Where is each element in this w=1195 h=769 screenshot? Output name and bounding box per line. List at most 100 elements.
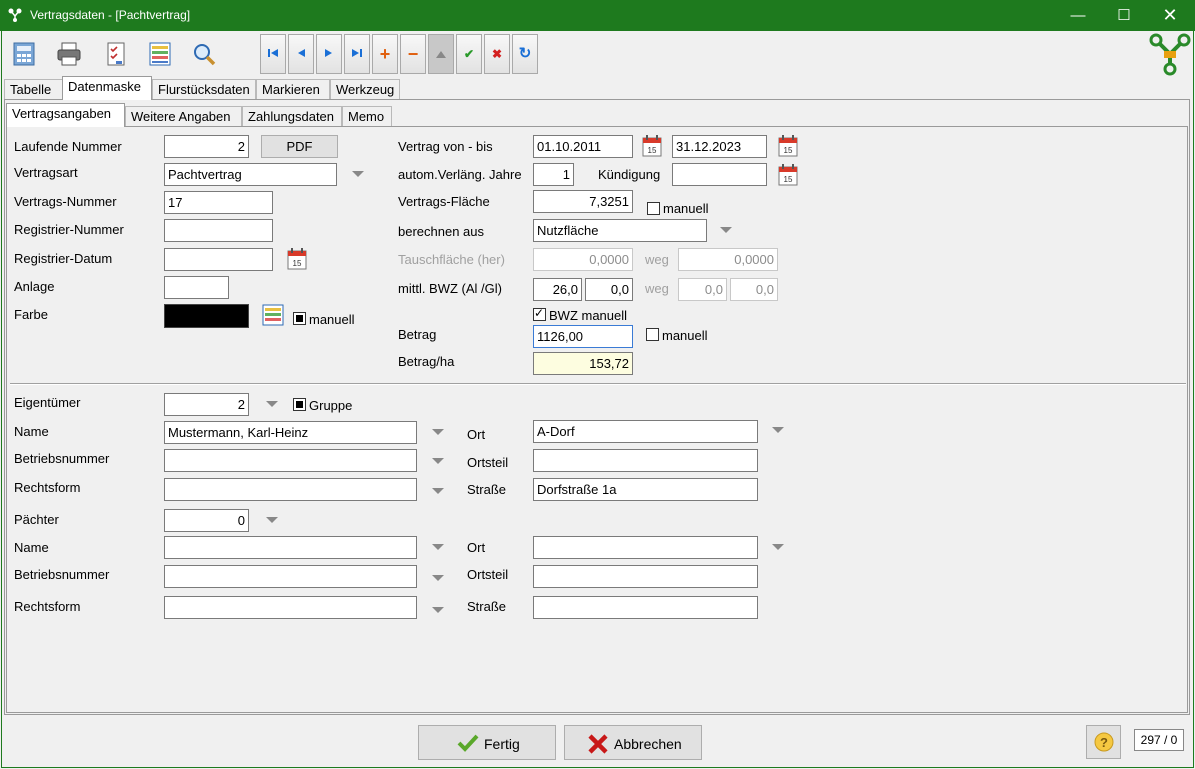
- last-record-button[interactable]: [344, 34, 370, 74]
- tab-weitere-angaben[interactable]: Weitere Angaben: [125, 106, 242, 127]
- registrier-datum-calendar-icon[interactable]: 15: [287, 248, 307, 270]
- berechnen-dropdown-icon[interactable]: [720, 227, 732, 233]
- eigentuemer-strasse-input[interactable]: Dorfstraße 1a: [533, 478, 758, 501]
- betrag-manuell-checkbox[interactable]: [646, 328, 659, 341]
- paechter-betriebsnummer-dropdown-icon[interactable]: [432, 575, 444, 581]
- paechter-select[interactable]: 0: [164, 509, 249, 532]
- vertrags-flaeche-input[interactable]: 7,3251: [533, 190, 633, 213]
- vertrag-von-calendar-icon[interactable]: 15: [642, 135, 662, 157]
- refresh-icon: ↻: [518, 45, 532, 62]
- vertragsart-dropdown-icon[interactable]: [352, 171, 364, 177]
- berechnen-aus-select[interactable]: Nutzfläche: [533, 219, 707, 242]
- previous-record-button[interactable]: [288, 34, 314, 74]
- vertrag-von-input[interactable]: 01.10.2011: [533, 135, 633, 158]
- eigentuemer-betriebsnummer-dropdown-icon[interactable]: [432, 458, 444, 464]
- vertrags-nummer-input[interactable]: 17: [164, 191, 273, 214]
- color-picker-icon[interactable]: [262, 304, 284, 326]
- next-icon: [325, 49, 332, 57]
- kuendigung-calendar-icon[interactable]: 15: [778, 164, 798, 186]
- bwz-weg-al-input[interactable]: 0,0: [678, 278, 727, 301]
- vertrag-bis-calendar-icon[interactable]: 15: [778, 135, 798, 157]
- print-icon[interactable]: [55, 36, 83, 72]
- eigentuemer-ort-dropdown-icon[interactable]: [772, 427, 784, 433]
- flaeche-manuell-checkbox[interactable]: [647, 202, 660, 215]
- tab-tabelle[interactable]: Tabelle: [4, 79, 63, 100]
- farbe-swatch[interactable]: [164, 304, 249, 328]
- paechter-ort-select[interactable]: [533, 536, 758, 559]
- tab-datenmaske[interactable]: Datenmaske: [62, 76, 152, 100]
- eigentuemer-ortsteil-input[interactable]: [533, 449, 758, 472]
- eigentuemer-rechtsform-select[interactable]: [164, 478, 417, 501]
- farbe-manuell-checkbox[interactable]: [293, 312, 306, 325]
- vertragsart-select[interactable]: Pachtvertrag: [164, 163, 337, 186]
- tab-flurstuecksdaten[interactable]: Flurstücksdaten: [152, 79, 256, 100]
- first-record-button[interactable]: [260, 34, 286, 74]
- maximize-icon[interactable]: ☐: [1101, 0, 1147, 31]
- fertig-button[interactable]: Fertig: [418, 725, 556, 760]
- bwz-gl-input[interactable]: 0,0: [585, 278, 633, 301]
- vertrag-bis-input[interactable]: 31.12.2023: [672, 135, 767, 158]
- vertrags-nummer-label: Vertrags-Nummer: [14, 194, 117, 209]
- eigentuemer-name-select[interactable]: Mustermann, Karl-Heinz: [164, 421, 417, 444]
- paechter-betriebsnummer-select[interactable]: [164, 565, 417, 588]
- calculator-icon[interactable]: [10, 36, 38, 72]
- edit-record-button[interactable]: [428, 34, 454, 74]
- laufende-nummer-input[interactable]: 2: [164, 135, 249, 158]
- paechter-name-dropdown-icon[interactable]: [432, 544, 444, 550]
- gruppe-checkbox[interactable]: [293, 398, 306, 411]
- next-record-button[interactable]: [316, 34, 342, 74]
- help-button[interactable]: ?: [1086, 725, 1121, 759]
- eigentuemer-ortsteil-label: Ortsteil: [467, 455, 509, 470]
- delete-record-button[interactable]: −: [400, 34, 426, 74]
- bwz-label: mittl. BWZ (Al /Gl): [398, 281, 502, 296]
- paechter-ortsteil-input[interactable]: [533, 565, 758, 588]
- verlaengerung-input[interactable]: 1: [533, 163, 574, 186]
- checklist-icon[interactable]: [102, 36, 130, 72]
- eigentuemer-ort-select[interactable]: A-Dorf: [533, 420, 758, 443]
- paechter-rechtsform-select[interactable]: [164, 596, 417, 619]
- tauschflaeche-her-input[interactable]: 0,0000: [533, 248, 633, 271]
- tab-vertragsangaben[interactable]: Vertragsangaben: [6, 103, 125, 127]
- bwz-weg-gl-input[interactable]: 0,0: [730, 278, 778, 301]
- calendar-day: 15: [293, 259, 302, 268]
- tab-memo[interactable]: Memo: [342, 106, 392, 127]
- list-icon[interactable]: [146, 36, 174, 72]
- tab-zahlungsdaten[interactable]: Zahlungsdaten: [242, 106, 342, 127]
- kuendigung-input[interactable]: [672, 163, 767, 186]
- eigentuemer-select[interactable]: 2: [164, 393, 249, 416]
- paechter-strasse-input[interactable]: [533, 596, 758, 619]
- tauschflaeche-weg-input[interactable]: 0,0000: [678, 248, 778, 271]
- abbrechen-button[interactable]: Abbrechen: [564, 725, 702, 760]
- paechter-rechtsform-dropdown-icon[interactable]: [432, 607, 444, 613]
- registrier-datum-label: Registrier-Datum: [14, 251, 113, 266]
- bwz-manuell-checkbox[interactable]: ✓: [533, 306, 546, 321]
- paechter-ort-dropdown-icon[interactable]: [772, 544, 784, 550]
- eigentuemer-dropdown-icon[interactable]: [266, 401, 278, 407]
- x-icon: ✖: [491, 47, 503, 61]
- add-record-button[interactable]: +: [372, 34, 398, 74]
- bwz-al-input[interactable]: 26,0: [533, 278, 582, 301]
- vertragsart-label: Vertragsart: [14, 165, 78, 180]
- berechnen-aus-label: berechnen aus: [398, 224, 485, 239]
- fertig-label: Fertig: [484, 736, 520, 752]
- minimize-icon[interactable]: —: [1055, 0, 1101, 31]
- refresh-button[interactable]: ↻: [512, 34, 538, 74]
- post-record-button[interactable]: ✔: [456, 34, 482, 74]
- close-icon[interactable]: ✕: [1147, 0, 1193, 31]
- eigentuemer-rechtsform-dropdown-icon[interactable]: [432, 488, 444, 494]
- registrier-nummer-input[interactable]: [164, 219, 273, 242]
- minus-icon: −: [407, 44, 419, 64]
- anlage-input[interactable]: [164, 276, 229, 299]
- betrag-input[interactable]: 1126,00: [533, 325, 633, 348]
- paechter-dropdown-icon[interactable]: [266, 517, 278, 523]
- pdf-button[interactable]: PDF: [261, 135, 338, 158]
- eigentuemer-name-dropdown-icon[interactable]: [432, 429, 444, 435]
- tab-werkzeug[interactable]: Werkzeug: [330, 79, 400, 100]
- paechter-name-select[interactable]: [164, 536, 417, 559]
- cancel-record-button[interactable]: ✖: [484, 34, 510, 74]
- farbe-manuell-label: manuell: [309, 312, 355, 327]
- registrier-datum-input[interactable]: [164, 248, 273, 271]
- eigentuemer-betriebsnummer-select[interactable]: [164, 449, 417, 472]
- search-icon[interactable]: [190, 36, 218, 72]
- tab-markieren[interactable]: Markieren: [256, 79, 330, 100]
